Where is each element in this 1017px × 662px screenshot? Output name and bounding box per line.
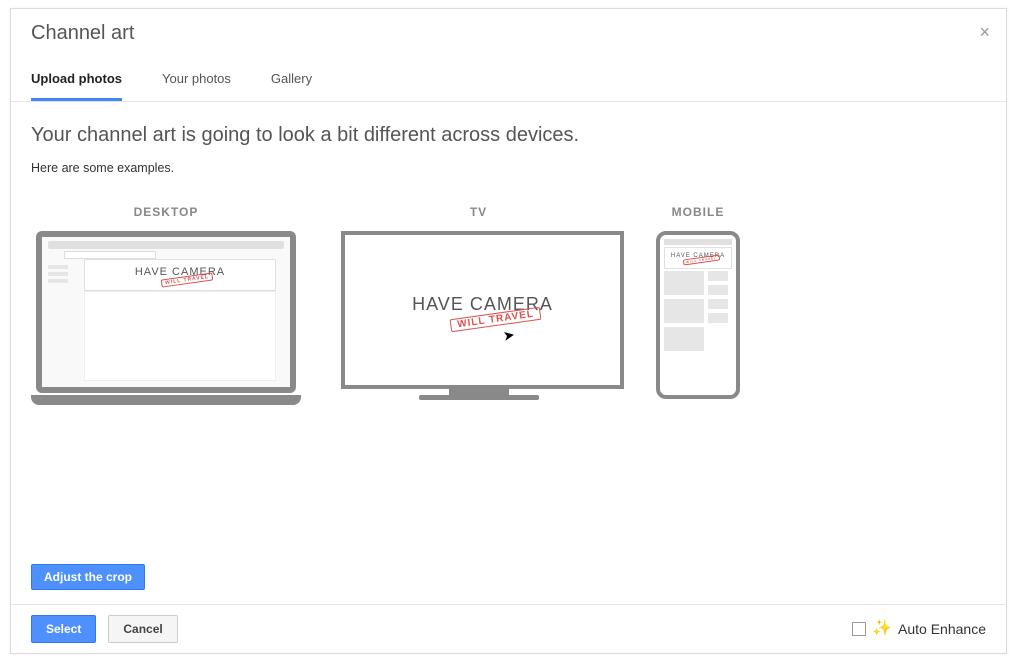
tab-gallery[interactable]: Gallery	[271, 71, 312, 101]
cancel-button[interactable]: Cancel	[108, 615, 177, 643]
device-mobile: MOBILE HAVE CAMERA WILL TRAVEL	[656, 205, 740, 399]
device-desktop: DESKTOP HAVE CAMERA WILL TRAVEL	[31, 205, 301, 405]
close-icon: ×	[979, 22, 990, 42]
dialog-footer: Select Cancel ✨ Auto Enhance	[11, 604, 1006, 653]
dialog-title: Channel art	[31, 21, 986, 45]
banner-logo-desktop: HAVE CAMERA WILL TRAVEL	[135, 266, 225, 284]
channel-art-dialog: × Channel art Upload photos Your photos …	[10, 8, 1007, 654]
device-tv-label: TV	[470, 205, 487, 219]
tv-icon: HAVE CAMERA WILL TRAVEL ➤	[341, 231, 616, 400]
dialog-content: Your channel art is going to look a bit …	[11, 102, 1006, 564]
device-desktop-label: DESKTOP	[134, 205, 199, 219]
banner-logo-mobile: HAVE CAMERA WILL TRAVEL	[671, 253, 725, 263]
phone-icon: HAVE CAMERA WILL TRAVEL	[656, 231, 740, 399]
close-button[interactable]: ×	[979, 23, 990, 41]
select-button[interactable]: Select	[31, 615, 96, 643]
banner-logo-tv: HAVE CAMERA WILL TRAVEL	[412, 294, 553, 326]
auto-enhance-checkbox[interactable]	[852, 622, 866, 636]
device-tv: TV HAVE CAMERA WILL TRAVEL ➤	[341, 205, 616, 400]
preview-headline: Your channel art is going to look a bit …	[31, 124, 986, 147]
tab-bar: Upload photos Your photos Gallery	[11, 71, 1006, 102]
auto-enhance-label: Auto Enhance	[898, 621, 986, 637]
auto-enhance-toggle[interactable]: ✨ Auto Enhance	[852, 621, 986, 637]
tab-upload-photos[interactable]: Upload photos	[31, 71, 122, 101]
wand-icon: ✨	[872, 621, 892, 637]
adjust-crop-button[interactable]: Adjust the crop	[31, 564, 145, 590]
cursor-icon: ➤	[502, 326, 517, 345]
device-previews: DESKTOP HAVE CAMERA WILL TRAVEL	[31, 205, 986, 405]
preview-subline: Here are some examples.	[31, 161, 986, 175]
tab-your-photos[interactable]: Your photos	[162, 71, 231, 101]
laptop-icon: HAVE CAMERA WILL TRAVEL	[31, 231, 301, 405]
device-mobile-label: MOBILE	[672, 205, 725, 219]
